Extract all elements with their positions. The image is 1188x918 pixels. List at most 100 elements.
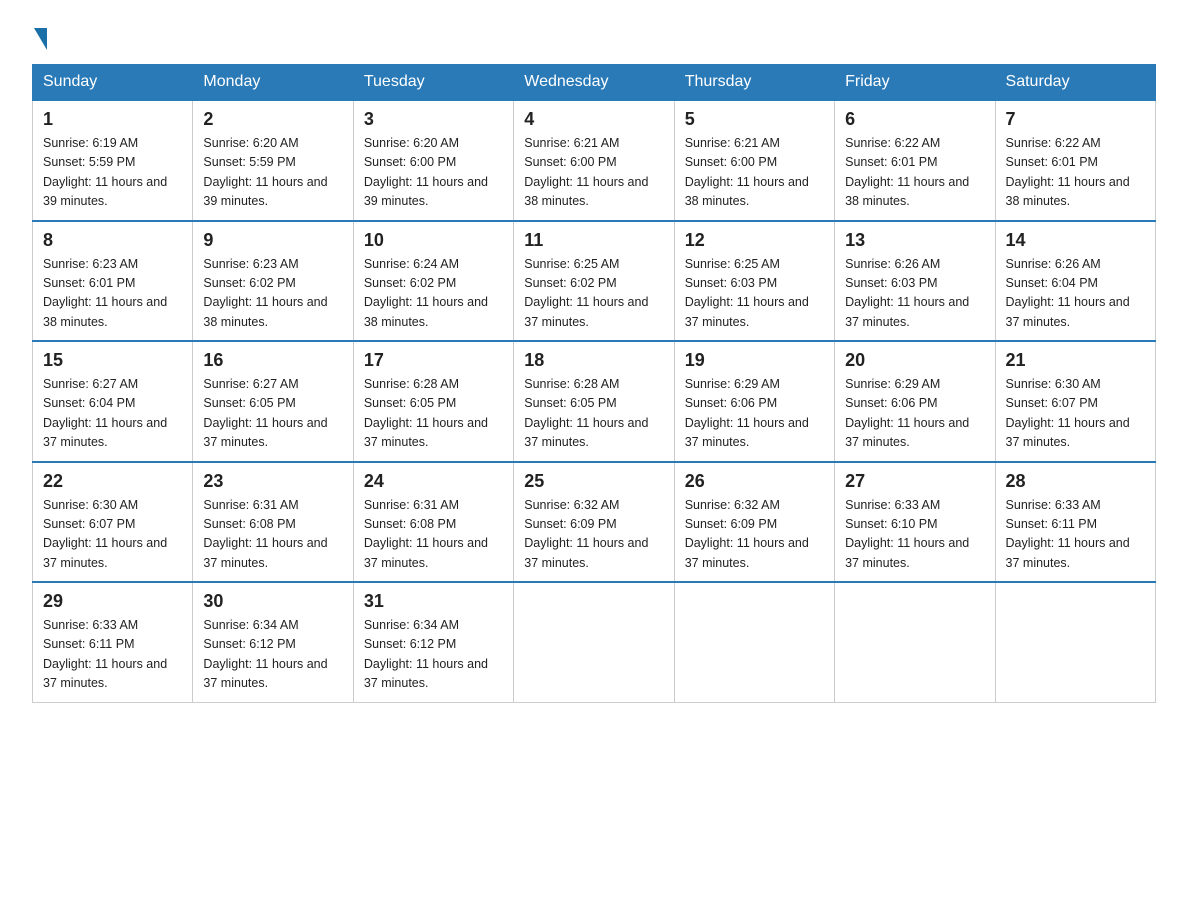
week-row-5: 29 Sunrise: 6:33 AM Sunset: 6:11 PM Dayl…: [33, 582, 1156, 702]
calendar-cell: 25 Sunrise: 6:32 AM Sunset: 6:09 PM Dayl…: [514, 462, 674, 583]
day-info: Sunrise: 6:32 AM Sunset: 6:09 PM Dayligh…: [685, 496, 824, 574]
logo: [32, 24, 47, 46]
day-info: Sunrise: 6:28 AM Sunset: 6:05 PM Dayligh…: [524, 375, 663, 453]
day-info: Sunrise: 6:34 AM Sunset: 6:12 PM Dayligh…: [364, 616, 503, 694]
day-number: 2: [203, 109, 342, 130]
day-number: 8: [43, 230, 182, 251]
day-number: 30: [203, 591, 342, 612]
day-info: Sunrise: 6:31 AM Sunset: 6:08 PM Dayligh…: [364, 496, 503, 574]
calendar-cell: [514, 582, 674, 702]
column-header-saturday: Saturday: [995, 65, 1155, 101]
day-number: 1: [43, 109, 182, 130]
column-header-thursday: Thursday: [674, 65, 834, 101]
day-info: Sunrise: 6:30 AM Sunset: 6:07 PM Dayligh…: [1006, 375, 1145, 453]
calendar-table: SundayMondayTuesdayWednesdayThursdayFrid…: [32, 64, 1156, 703]
calendar-cell: 15 Sunrise: 6:27 AM Sunset: 6:04 PM Dayl…: [33, 341, 193, 462]
calendar-cell: 3 Sunrise: 6:20 AM Sunset: 6:00 PM Dayli…: [353, 100, 513, 221]
day-number: 19: [685, 350, 824, 371]
day-number: 17: [364, 350, 503, 371]
week-row-3: 15 Sunrise: 6:27 AM Sunset: 6:04 PM Dayl…: [33, 341, 1156, 462]
column-header-wednesday: Wednesday: [514, 65, 674, 101]
day-number: 7: [1006, 109, 1145, 130]
calendar-cell: 14 Sunrise: 6:26 AM Sunset: 6:04 PM Dayl…: [995, 221, 1155, 342]
day-number: 14: [1006, 230, 1145, 251]
calendar-cell: 21 Sunrise: 6:30 AM Sunset: 6:07 PM Dayl…: [995, 341, 1155, 462]
day-number: 27: [845, 471, 984, 492]
day-number: 4: [524, 109, 663, 130]
day-number: 13: [845, 230, 984, 251]
day-info: Sunrise: 6:26 AM Sunset: 6:03 PM Dayligh…: [845, 255, 984, 333]
calendar-cell: 10 Sunrise: 6:24 AM Sunset: 6:02 PM Dayl…: [353, 221, 513, 342]
day-number: 23: [203, 471, 342, 492]
column-header-friday: Friday: [835, 65, 995, 101]
day-info: Sunrise: 6:22 AM Sunset: 6:01 PM Dayligh…: [1006, 134, 1145, 212]
logo-arrow-icon: [34, 28, 47, 50]
calendar-cell: 20 Sunrise: 6:29 AM Sunset: 6:06 PM Dayl…: [835, 341, 995, 462]
day-number: 18: [524, 350, 663, 371]
day-info: Sunrise: 6:20 AM Sunset: 5:59 PM Dayligh…: [203, 134, 342, 212]
day-info: Sunrise: 6:19 AM Sunset: 5:59 PM Dayligh…: [43, 134, 182, 212]
day-info: Sunrise: 6:32 AM Sunset: 6:09 PM Dayligh…: [524, 496, 663, 574]
day-number: 26: [685, 471, 824, 492]
day-info: Sunrise: 6:21 AM Sunset: 6:00 PM Dayligh…: [685, 134, 824, 212]
calendar-cell: 8 Sunrise: 6:23 AM Sunset: 6:01 PM Dayli…: [33, 221, 193, 342]
calendar-cell: [835, 582, 995, 702]
day-info: Sunrise: 6:21 AM Sunset: 6:00 PM Dayligh…: [524, 134, 663, 212]
calendar-cell: 28 Sunrise: 6:33 AM Sunset: 6:11 PM Dayl…: [995, 462, 1155, 583]
day-number: 5: [685, 109, 824, 130]
day-number: 3: [364, 109, 503, 130]
column-header-monday: Monday: [193, 65, 353, 101]
day-number: 20: [845, 350, 984, 371]
day-info: Sunrise: 6:29 AM Sunset: 6:06 PM Dayligh…: [845, 375, 984, 453]
day-number: 9: [203, 230, 342, 251]
calendar-cell: 13 Sunrise: 6:26 AM Sunset: 6:03 PM Dayl…: [835, 221, 995, 342]
page-header: [32, 24, 1156, 46]
calendar-cell: [995, 582, 1155, 702]
day-info: Sunrise: 6:28 AM Sunset: 6:05 PM Dayligh…: [364, 375, 503, 453]
day-number: 29: [43, 591, 182, 612]
calendar-cell: 26 Sunrise: 6:32 AM Sunset: 6:09 PM Dayl…: [674, 462, 834, 583]
day-info: Sunrise: 6:33 AM Sunset: 6:11 PM Dayligh…: [43, 616, 182, 694]
calendar-cell: 7 Sunrise: 6:22 AM Sunset: 6:01 PM Dayli…: [995, 100, 1155, 221]
day-number: 10: [364, 230, 503, 251]
day-number: 12: [685, 230, 824, 251]
day-info: Sunrise: 6:20 AM Sunset: 6:00 PM Dayligh…: [364, 134, 503, 212]
day-info: Sunrise: 6:25 AM Sunset: 6:02 PM Dayligh…: [524, 255, 663, 333]
calendar-cell: 17 Sunrise: 6:28 AM Sunset: 6:05 PM Dayl…: [353, 341, 513, 462]
calendar-cell: 29 Sunrise: 6:33 AM Sunset: 6:11 PM Dayl…: [33, 582, 193, 702]
calendar-cell: 1 Sunrise: 6:19 AM Sunset: 5:59 PM Dayli…: [33, 100, 193, 221]
day-number: 21: [1006, 350, 1145, 371]
calendar-header-row: SundayMondayTuesdayWednesdayThursdayFrid…: [33, 65, 1156, 101]
day-info: Sunrise: 6:23 AM Sunset: 6:01 PM Dayligh…: [43, 255, 182, 333]
day-info: Sunrise: 6:33 AM Sunset: 6:10 PM Dayligh…: [845, 496, 984, 574]
day-number: 24: [364, 471, 503, 492]
day-info: Sunrise: 6:27 AM Sunset: 6:04 PM Dayligh…: [43, 375, 182, 453]
day-info: Sunrise: 6:31 AM Sunset: 6:08 PM Dayligh…: [203, 496, 342, 574]
column-header-tuesday: Tuesday: [353, 65, 513, 101]
day-info: Sunrise: 6:29 AM Sunset: 6:06 PM Dayligh…: [685, 375, 824, 453]
day-number: 11: [524, 230, 663, 251]
day-info: Sunrise: 6:22 AM Sunset: 6:01 PM Dayligh…: [845, 134, 984, 212]
day-info: Sunrise: 6:26 AM Sunset: 6:04 PM Dayligh…: [1006, 255, 1145, 333]
day-number: 6: [845, 109, 984, 130]
day-info: Sunrise: 6:25 AM Sunset: 6:03 PM Dayligh…: [685, 255, 824, 333]
calendar-cell: 12 Sunrise: 6:25 AM Sunset: 6:03 PM Dayl…: [674, 221, 834, 342]
day-info: Sunrise: 6:27 AM Sunset: 6:05 PM Dayligh…: [203, 375, 342, 453]
day-info: Sunrise: 6:33 AM Sunset: 6:11 PM Dayligh…: [1006, 496, 1145, 574]
day-info: Sunrise: 6:34 AM Sunset: 6:12 PM Dayligh…: [203, 616, 342, 694]
day-info: Sunrise: 6:30 AM Sunset: 6:07 PM Dayligh…: [43, 496, 182, 574]
column-header-sunday: Sunday: [33, 65, 193, 101]
week-row-4: 22 Sunrise: 6:30 AM Sunset: 6:07 PM Dayl…: [33, 462, 1156, 583]
week-row-2: 8 Sunrise: 6:23 AM Sunset: 6:01 PM Dayli…: [33, 221, 1156, 342]
calendar-cell: 11 Sunrise: 6:25 AM Sunset: 6:02 PM Dayl…: [514, 221, 674, 342]
calendar-cell: 5 Sunrise: 6:21 AM Sunset: 6:00 PM Dayli…: [674, 100, 834, 221]
calendar-cell: 23 Sunrise: 6:31 AM Sunset: 6:08 PM Dayl…: [193, 462, 353, 583]
day-number: 16: [203, 350, 342, 371]
calendar-cell: 18 Sunrise: 6:28 AM Sunset: 6:05 PM Dayl…: [514, 341, 674, 462]
calendar-cell: 6 Sunrise: 6:22 AM Sunset: 6:01 PM Dayli…: [835, 100, 995, 221]
day-number: 31: [364, 591, 503, 612]
calendar-cell: 30 Sunrise: 6:34 AM Sunset: 6:12 PM Dayl…: [193, 582, 353, 702]
day-info: Sunrise: 6:23 AM Sunset: 6:02 PM Dayligh…: [203, 255, 342, 333]
day-number: 25: [524, 471, 663, 492]
calendar-cell: 27 Sunrise: 6:33 AM Sunset: 6:10 PM Dayl…: [835, 462, 995, 583]
